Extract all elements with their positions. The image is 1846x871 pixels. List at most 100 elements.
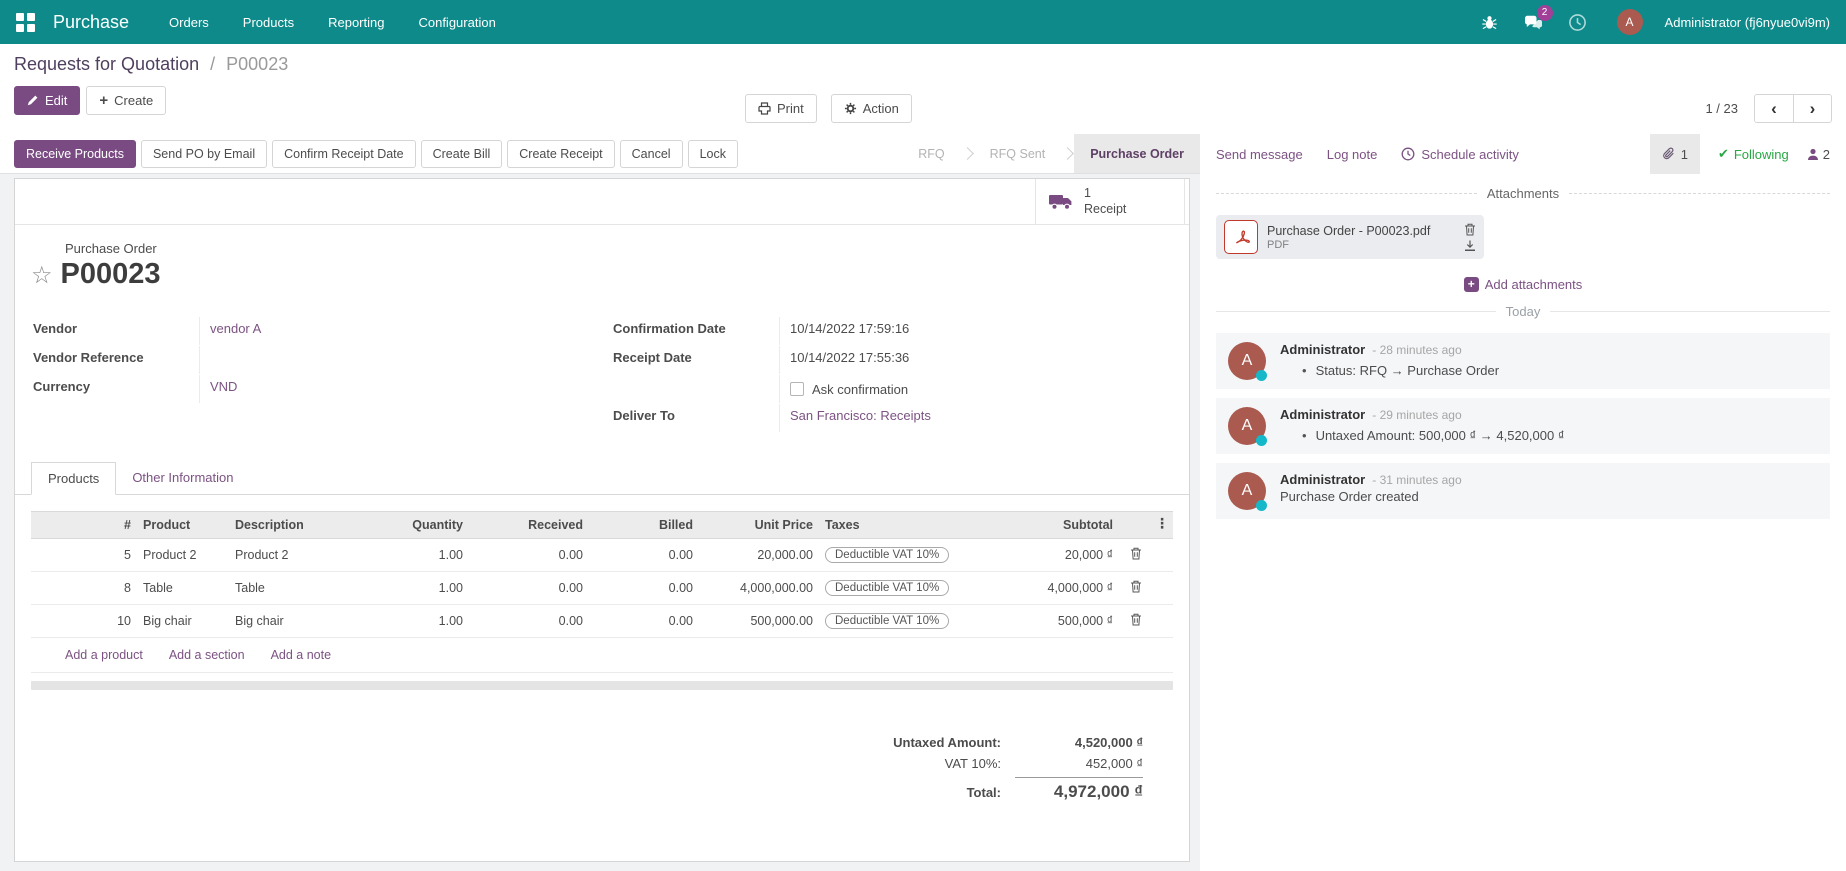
add-a-section-link[interactable]: Add a section	[169, 648, 245, 662]
online-status-dot	[1256, 435, 1267, 446]
totals-block: Untaxed Amount: 4,520,000 ₫ VAT 10%: 452…	[813, 732, 1143, 805]
breadcrumb: Requests for Quotation / P00023	[14, 54, 1832, 75]
row-handle[interactable]	[31, 547, 57, 563]
clock-icon	[1401, 147, 1415, 161]
apps-menu-icon[interactable]	[16, 13, 35, 32]
add-a-note-link[interactable]: Add a note	[271, 648, 331, 662]
send-message-button[interactable]: Send message	[1216, 147, 1303, 162]
col-description: Description	[229, 512, 369, 538]
state-arrow-icon	[1061, 147, 1074, 160]
state-rfq[interactable]: RFQ	[902, 134, 960, 173]
add-attachments-button[interactable]: + Add attachments	[1464, 277, 1583, 292]
plus-icon: +	[99, 92, 108, 109]
schedule-activity-button[interactable]: Schedule activity	[1401, 147, 1519, 162]
confirm-receipt-date-button[interactable]: Confirm Receipt Date	[272, 140, 416, 168]
followers-button[interactable]: 2	[1807, 147, 1830, 162]
state-purchase-order[interactable]: Purchase Order	[1074, 134, 1200, 173]
message: A Administrator - 28 minutes ago •Status…	[1216, 333, 1830, 389]
horizontal-scrollbar[interactable]	[31, 681, 1173, 690]
add-attachments-row: + Add attachments	[1216, 277, 1830, 292]
follower-count: 2	[1823, 147, 1830, 162]
top-navbar: Purchase Orders Products Reporting Confi…	[0, 0, 1846, 44]
status-pipeline: RFQ RFQ Sent Purchase Order	[902, 134, 1200, 173]
row-handle[interactable]	[31, 580, 57, 596]
tab-products[interactable]: Products	[31, 462, 116, 495]
online-status-dot	[1256, 370, 1267, 381]
col-taxes: Taxes	[819, 512, 999, 538]
menu-orders[interactable]: Orders	[169, 15, 209, 30]
delete-attachment-icon[interactable]	[1464, 223, 1476, 236]
delete-row-icon[interactable]	[1130, 613, 1142, 626]
plus-square-icon: +	[1464, 277, 1479, 292]
table-row[interactable]: 8 Table Table 1.00 0.00 0.00 4,000,000.0…	[31, 572, 1173, 605]
delete-row-icon[interactable]	[1130, 580, 1142, 593]
send-po-by-email-button[interactable]: Send PO by Email	[141, 140, 267, 168]
receipt-smart-button[interactable]: 1 Receipt	[1035, 179, 1185, 224]
vendor-value[interactable]: vendor A	[210, 321, 261, 336]
menu-products[interactable]: Products	[243, 15, 294, 30]
add-a-product-link[interactable]: Add a product	[65, 648, 143, 662]
attachment-card[interactable]: Purchase Order - P00023.pdf PDF	[1216, 215, 1484, 259]
field-groups: Vendor vendor A Vendor Reference Currenc…	[31, 317, 1173, 433]
action-button[interactable]: Action	[831, 94, 912, 123]
favorite-star-icon[interactable]: ☆	[31, 261, 53, 289]
attachments-toggle-button[interactable]: 1	[1650, 134, 1700, 174]
order-lines-table: # Product Description Quantity Received …	[31, 511, 1173, 690]
pager-counter: 1 / 23	[1705, 101, 1738, 116]
message-thread: A Administrator - 28 minutes ago •Status…	[1216, 333, 1830, 519]
optional-columns-icon[interactable]: ⋮	[1155, 516, 1169, 532]
message-author: Administrator	[1280, 342, 1365, 357]
receipt-label: Receipt	[1084, 202, 1126, 218]
pager-next-icon[interactable]: ›	[1793, 95, 1831, 122]
table-row[interactable]: 10 Big chair Big chair 1.00 0.00 0.00 50…	[31, 605, 1173, 638]
user-name[interactable]: Administrator (fj6nyue0vi9m)	[1665, 15, 1830, 30]
ask-confirmation-checkbox[interactable]	[790, 382, 804, 396]
lock-button[interactable]: Lock	[688, 140, 738, 168]
menu-reporting[interactable]: Reporting	[328, 15, 384, 30]
download-attachment-icon[interactable]	[1464, 240, 1476, 252]
state-rfq-sent[interactable]: RFQ Sent	[974, 134, 1062, 173]
table-row[interactable]: 5 Product 2 Product 2 1.00 0.00 0.00 20,…	[31, 539, 1173, 572]
receipt-date-label: Receipt Date	[611, 346, 779, 369]
pager-prev-icon[interactable]: ‹	[1755, 95, 1793, 122]
untaxed-amount-value: 4,520,000 ₫	[1015, 735, 1143, 750]
form-panel: Receive Products Send PO by Email Confir…	[0, 134, 1200, 871]
activities-clock-icon[interactable]	[1567, 11, 1589, 33]
vendor-reference-value[interactable]	[199, 346, 593, 374]
app-name[interactable]: Purchase	[53, 12, 129, 33]
log-note-button[interactable]: Log note	[1327, 147, 1378, 162]
create-button[interactable]: + Create	[86, 86, 166, 115]
page-title: P00023	[61, 258, 161, 291]
message-time: - 31 minutes ago	[1372, 473, 1461, 487]
vendor-label: Vendor	[31, 317, 199, 340]
table-header: # Product Description Quantity Received …	[31, 511, 1173, 539]
cancel-button[interactable]: Cancel	[620, 140, 683, 168]
app-window: Purchase Orders Products Reporting Confi…	[0, 0, 1846, 871]
following-button[interactable]: ✔ Following	[1718, 147, 1789, 162]
gear-icon	[844, 102, 857, 115]
row-handle[interactable]	[31, 613, 57, 629]
print-button[interactable]: Print	[745, 94, 817, 123]
delete-row-icon[interactable]	[1130, 547, 1142, 560]
messages-icon[interactable]: 2	[1523, 11, 1545, 33]
attachment-file-name[interactable]: Purchase Order - P00023.pdf	[1267, 224, 1430, 238]
edit-button[interactable]: Edit	[14, 86, 80, 115]
col-product: Product	[137, 512, 229, 538]
bug-icon[interactable]	[1479, 11, 1501, 33]
tab-other-information[interactable]: Other Information	[116, 462, 249, 495]
message-author: Administrator	[1280, 407, 1365, 422]
create-receipt-button[interactable]: Create Receipt	[507, 140, 614, 168]
vendor-reference-label: Vendor Reference	[31, 346, 199, 369]
create-bill-button[interactable]: Create Bill	[421, 140, 503, 168]
menu-configuration[interactable]: Configuration	[418, 15, 495, 30]
currency-label: Currency	[31, 375, 199, 398]
receipt-date-value[interactable]: 10/14/2022 17:55:36	[779, 346, 1173, 374]
attachments-divider: Attachments	[1216, 186, 1830, 201]
col-billed: Billed	[589, 512, 699, 538]
deliver-to-value[interactable]: San Francisco: Receipts	[790, 408, 931, 423]
breadcrumb-parent[interactable]: Requests for Quotation	[14, 54, 199, 74]
receive-products-button[interactable]: Receive Products	[14, 140, 136, 168]
currency-value[interactable]: VND	[210, 379, 237, 394]
ask-confirmation-label: Ask confirmation	[812, 382, 908, 397]
user-avatar[interactable]: A	[1617, 9, 1643, 35]
